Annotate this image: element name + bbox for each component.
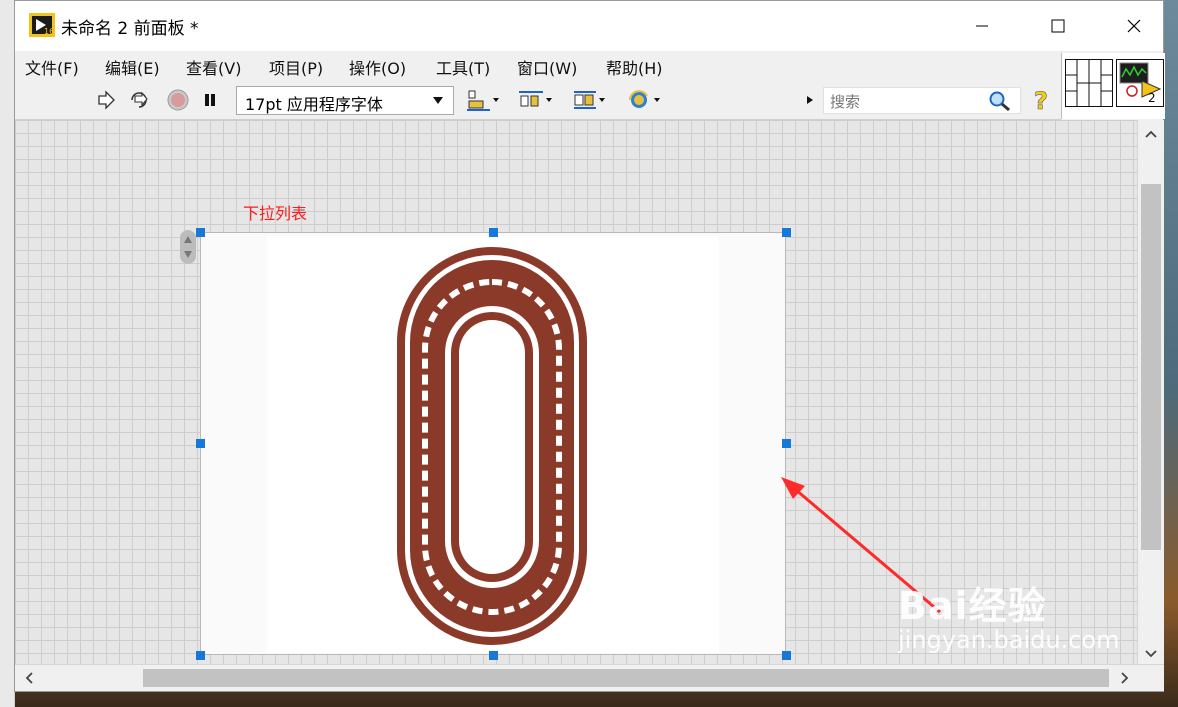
run-continuously-button[interactable] <box>127 89 151 111</box>
ring-increment-decrement[interactable] <box>180 230 196 264</box>
scroll-right-button[interactable] <box>1115 668 1135 688</box>
labview-app-icon: 16 <box>29 13 55 37</box>
desktop-left-strip <box>0 0 15 707</box>
font-select[interactable]: 17pt 应用程序字体 <box>236 86 454 115</box>
scroll-left-button[interactable] <box>19 668 39 688</box>
help-question-icon: ? <box>1034 87 1049 113</box>
window-title: 未命名 2 前面板 * <box>61 19 199 39</box>
svg-text:?: ? <box>1034 87 1048 113</box>
chevron-down-icon <box>1145 650 1157 658</box>
scroll-up-button[interactable] <box>1141 124 1161 144</box>
reorder-icon <box>629 90 660 108</box>
connector-pane-area: 2 <box>1061 53 1165 119</box>
menu-bar: 文件(F) 编辑(E) 查看(V) 项目(P) 操作(O) 工具(T) 窗口(W… <box>15 51 1061 81</box>
menu-window[interactable]: 窗口(W) <box>517 55 577 79</box>
menu-file[interactable]: 文件(F) <box>25 55 79 79</box>
resize-handle-bottom-left[interactable] <box>196 651 205 660</box>
toolbar: 17pt 应用程序字体 ? <box>15 81 1061 120</box>
resize-objects-icon <box>574 91 605 109</box>
close-button[interactable] <box>1111 1 1157 51</box>
vi-icon[interactable] <box>1116 59 1164 107</box>
resize-objects-button[interactable] <box>571 87 611 113</box>
watermark-url: jingyan.baidu.com <box>898 626 1120 654</box>
chevron-up-icon <box>1145 130 1157 138</box>
connector-pane-icon[interactable] <box>1065 59 1113 107</box>
menu-tools[interactable]: 工具(T) <box>436 55 490 79</box>
horizontal-scroll-thumb[interactable] <box>143 669 1109 687</box>
menu-edit[interactable]: 编辑(E) <box>105 55 160 79</box>
menu-project[interactable]: 项目(P) <box>269 55 323 79</box>
picture-ring-image[interactable] <box>267 236 719 653</box>
help-button[interactable]: ? <box>1031 86 1053 114</box>
minimize-icon <box>976 25 988 27</box>
search-icon[interactable] <box>988 90 1012 112</box>
ornamental-zero-image <box>397 247 587 645</box>
abort-button[interactable] <box>167 89 189 111</box>
distribute-objects-icon <box>519 91 552 107</box>
ring-control-label[interactable]: 下拉列表 <box>243 200 307 224</box>
pause-button[interactable] <box>199 89 221 111</box>
search-input[interactable] <box>828 91 982 113</box>
run-continuously-icon <box>131 91 148 108</box>
up-down-arrows-icon <box>184 236 192 258</box>
vertical-scroll-thumb[interactable] <box>1141 184 1161 550</box>
chevron-down-icon <box>433 97 443 104</box>
run-button[interactable] <box>95 89 117 111</box>
reorder-button[interactable] <box>626 87 666 113</box>
resize-handle-bottom[interactable] <box>489 651 498 660</box>
minimize-button[interactable] <box>959 1 1005 51</box>
run-arrow-icon <box>98 90 115 110</box>
chevron-right-icon <box>807 96 813 104</box>
resize-handle-right[interactable] <box>782 439 791 448</box>
align-objects-button[interactable] <box>465 87 505 113</box>
watermark-logo: Bai经验 <box>898 584 1047 628</box>
font-select-value: 17pt 应用程序字体 <box>245 95 383 114</box>
search-box <box>823 87 1021 114</box>
scroll-down-button[interactable] <box>1141 644 1161 664</box>
chevron-right-icon <box>1121 672 1129 684</box>
baidu-watermark: Bai经验 jingyan.baidu.com <box>898 575 1119 654</box>
align-objects-icon <box>467 90 499 111</box>
menu-help[interactable]: 帮助(H) <box>606 55 663 79</box>
resize-handle-left[interactable] <box>196 439 205 448</box>
stop-icon <box>167 89 189 111</box>
resize-handle-top[interactable] <box>489 228 498 237</box>
resize-handle-bottom-right[interactable] <box>782 651 791 660</box>
connector-pane-number: 2 <box>1148 91 1156 105</box>
resize-handle-top-left[interactable] <box>196 228 205 237</box>
toolbar-expand-button[interactable] <box>805 94 815 106</box>
close-icon <box>1127 19 1141 33</box>
distribute-objects-button[interactable] <box>518 87 558 113</box>
menu-view[interactable]: 查看(V) <box>186 55 241 79</box>
maximize-button[interactable] <box>1035 1 1081 51</box>
chevron-left-icon <box>25 672 33 684</box>
resize-handle-top-right[interactable] <box>782 228 791 237</box>
maximize-icon <box>1051 19 1065 33</box>
menu-operate[interactable]: 操作(O) <box>349 55 406 79</box>
svg-text:16: 16 <box>44 27 54 36</box>
vertical-scrollbar[interactable] <box>1137 120 1164 664</box>
title-bar: 16 未命名 2 前面板 * <box>15 1 1163 51</box>
pause-icon <box>205 94 215 106</box>
horizontal-scrollbar[interactable] <box>15 664 1164 691</box>
